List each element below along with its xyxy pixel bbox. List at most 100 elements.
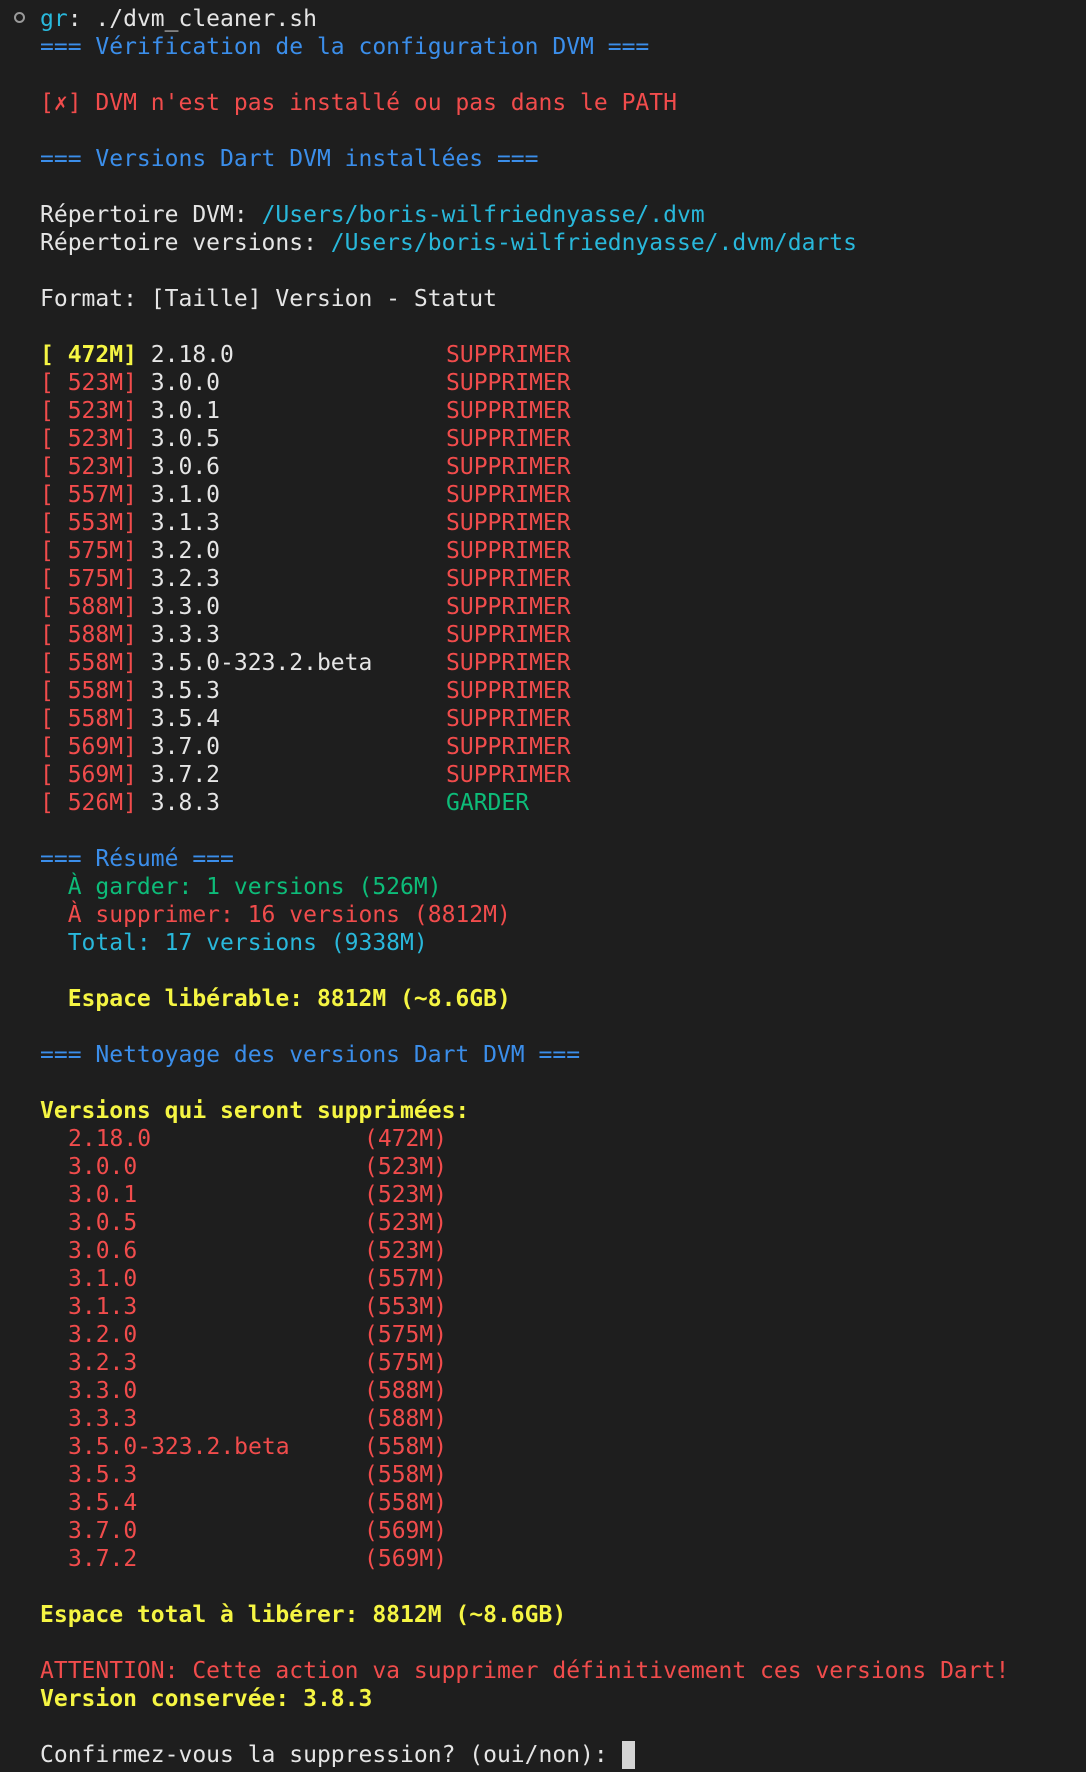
delete-list-item: 3.0.6 (523M) xyxy=(40,1237,447,1265)
delete-list-item: 3.3.3 (588M) xyxy=(40,1405,447,1433)
kept-version: Version conservée: 3.8.3 xyxy=(40,1686,373,1712)
version-status: SUPPRIMER xyxy=(446,342,571,368)
version-size: [ 526M] xyxy=(40,790,137,816)
versions-directory-path: /Users/boris-wilfriednyasse/.dvm/darts xyxy=(330,230,857,256)
format-line: Format: [Taille] Version - Statut xyxy=(40,286,497,312)
text-cursor[interactable] xyxy=(621,1741,635,1769)
delete-list-item: 3.5.3 (558M) xyxy=(40,1461,447,1489)
delete-version-size: (523M) xyxy=(364,1154,448,1180)
version-number: 3.1.3 xyxy=(150,510,221,536)
version-number: 3.0.6 xyxy=(150,454,221,480)
delete-version-number: 3.7.2 xyxy=(68,1546,138,1572)
delete-list-item: 3.0.0 (523M) xyxy=(40,1153,447,1181)
version-status: SUPPRIMER xyxy=(446,622,571,648)
version-row: [ 523M] 3.0.6 SUPPRIMER xyxy=(40,453,571,481)
delete-list-item: 3.7.0 (569M) xyxy=(40,1517,447,1545)
delete-version-size: (569M) xyxy=(364,1546,448,1572)
version-size: [ 523M] xyxy=(40,370,137,396)
delete-list-item: 3.1.3 (553M) xyxy=(40,1293,447,1321)
version-row: [ 553M] 3.1.3 SUPPRIMER xyxy=(40,509,571,537)
delete-list-title: Versions qui seront supprimées: xyxy=(40,1098,470,1124)
delete-list-item: 2.18.0 (472M) xyxy=(40,1125,447,1153)
delete-list-item: 3.2.3 (575M) xyxy=(40,1349,447,1377)
versions-directory-label: Répertoire versions: xyxy=(40,230,331,256)
version-status: SUPPRIMER xyxy=(446,594,571,620)
delete-version-size: (523M) xyxy=(364,1210,448,1236)
freeable-space: Espace libérable: 8812M (~8.6GB) xyxy=(40,986,511,1012)
config-check-header: === Vérification de la configuration DVM… xyxy=(40,34,650,60)
command-line: gr: ./dvm_cleaner.sh xyxy=(40,5,317,33)
delete-list-item: 3.0.5 (523M) xyxy=(40,1209,447,1237)
delete-version-size: (523M) xyxy=(364,1182,448,1208)
version-row: [ 558M] 3.5.0-323.2.beta SUPPRIMER xyxy=(40,649,571,677)
version-size: [ 523M] xyxy=(40,454,137,480)
delete-version-size: (569M) xyxy=(364,1518,448,1544)
prompt-separator: : xyxy=(67,6,96,32)
delete-version-size: (588M) xyxy=(364,1406,448,1432)
version-row: [ 557M] 3.1.0 SUPPRIMER xyxy=(40,481,571,509)
delete-version-number: 3.1.3 xyxy=(68,1294,138,1320)
version-status: SUPPRIMER xyxy=(446,734,571,760)
summary-delete: À supprimer: 16 versions (8812M) xyxy=(40,902,511,928)
version-number: 3.2.0 xyxy=(150,538,221,564)
version-number: 3.5.3 xyxy=(150,678,221,704)
delete-version-size: (558M) xyxy=(364,1490,448,1516)
version-row: [ 523M] 3.0.1 SUPPRIMER xyxy=(40,397,571,425)
version-number: 3.8.3 xyxy=(150,790,221,816)
delete-list-item: 3.1.0 (557M) xyxy=(40,1265,447,1293)
delete-version-number: 3.2.0 xyxy=(68,1322,138,1348)
dvm-directory-label: Répertoire DVM: xyxy=(40,202,262,228)
version-number: 3.5.0-323.2.beta xyxy=(150,650,373,676)
version-row: [ 472M] 2.18.0 SUPPRIMER xyxy=(40,341,571,369)
delete-version-number: 3.0.5 xyxy=(68,1210,138,1236)
total-space-to-free: Espace total à libérer: 8812M (~8.6GB) xyxy=(40,1602,567,1628)
version-size: [ 569M] xyxy=(40,734,137,760)
summary-total: Total: 17 versions (9338M) xyxy=(40,930,428,956)
version-number: 3.3.3 xyxy=(150,622,221,648)
confirm-prompt: Confirmez-vous la suppression? (oui/non)… xyxy=(40,1742,622,1768)
version-status: SUPPRIMER xyxy=(446,538,571,564)
version-size: [ 558M] xyxy=(40,706,137,732)
delete-version-size: (575M) xyxy=(364,1350,448,1376)
version-row: [ 558M] 3.5.4 SUPPRIMER xyxy=(40,705,571,733)
prompt-status-icon xyxy=(14,12,25,23)
dvm-directory-path: /Users/boris-wilfriednyasse/.dvm xyxy=(261,202,705,228)
version-status: SUPPRIMER xyxy=(446,370,571,396)
prompt-label: gr xyxy=(40,6,68,32)
delete-list-item: 3.3.0 (588M) xyxy=(40,1377,447,1405)
version-row: [ 526M] 3.8.3 GARDER xyxy=(40,789,529,817)
delete-version-number: 3.0.6 xyxy=(68,1238,138,1264)
version-status: GARDER xyxy=(446,790,530,816)
version-status: SUPPRIMER xyxy=(446,706,571,732)
installed-versions-header: === Versions Dart DVM installées === xyxy=(40,146,539,172)
delete-list-item: 3.5.0-323.2.beta (558M) xyxy=(40,1433,447,1461)
delete-version-number: 3.3.0 xyxy=(68,1378,138,1404)
version-status: SUPPRIMER xyxy=(446,650,571,676)
version-number: 3.7.0 xyxy=(150,734,221,760)
terminal-output: gr: ./dvm_cleaner.sh === Vérification de… xyxy=(0,0,1086,1772)
version-status: SUPPRIMER xyxy=(446,510,571,536)
version-number: 3.2.3 xyxy=(150,566,221,592)
delete-version-size: (472M) xyxy=(364,1126,448,1152)
version-size: [ 553M] xyxy=(40,510,137,536)
version-number: 3.5.4 xyxy=(150,706,221,732)
summary-keep: À garder: 1 versions (526M) xyxy=(40,874,442,900)
confirm-prompt-line[interactable]: Confirmez-vous la suppression? (oui/non)… xyxy=(40,1741,635,1769)
delete-version-number: 3.2.3 xyxy=(68,1350,138,1376)
delete-version-number: 3.5.4 xyxy=(68,1490,138,1516)
delete-version-size: (575M) xyxy=(364,1322,448,1348)
version-size: [ 569M] xyxy=(40,762,137,788)
delete-list-item: 3.5.4 (558M) xyxy=(40,1489,447,1517)
version-row: [ 569M] 3.7.2 SUPPRIMER xyxy=(40,761,571,789)
delete-version-size: (553M) xyxy=(364,1294,448,1320)
delete-version-size: (557M) xyxy=(364,1266,448,1292)
delete-version-number: 3.0.0 xyxy=(68,1154,138,1180)
version-status: SUPPRIMER xyxy=(446,398,571,424)
summary-header: === Résumé === xyxy=(40,846,234,872)
version-size: [ 472M] xyxy=(40,342,137,368)
version-size: [ 523M] xyxy=(40,426,137,452)
version-number: 3.3.0 xyxy=(150,594,221,620)
version-number: 3.0.5 xyxy=(150,426,221,452)
delete-version-number: 3.7.0 xyxy=(68,1518,138,1544)
version-row: [ 523M] 3.0.5 SUPPRIMER xyxy=(40,425,571,453)
